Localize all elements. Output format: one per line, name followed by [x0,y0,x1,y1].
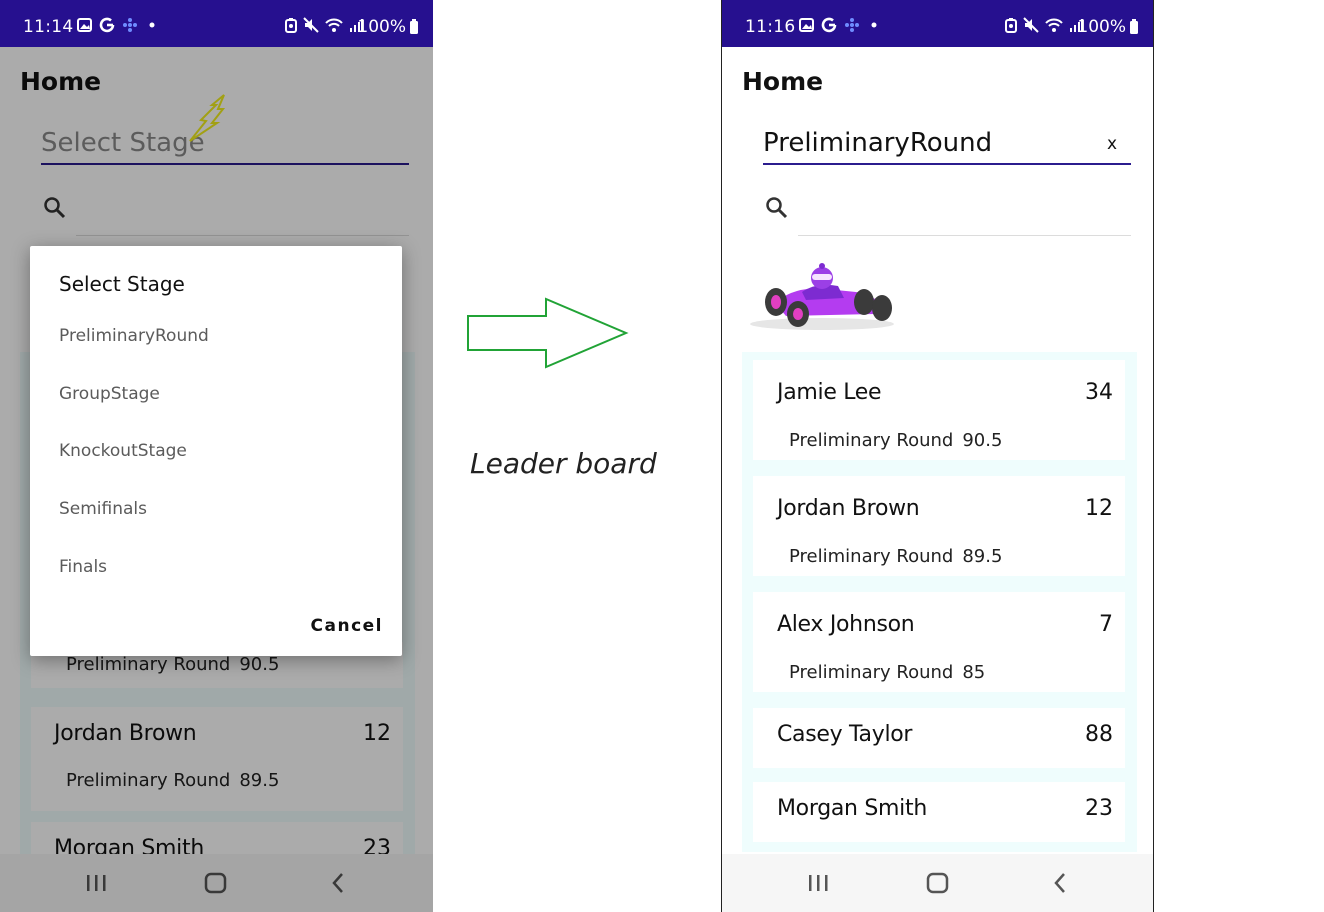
player-score: 34 [1085,380,1113,405]
navigation-bar [722,854,1153,912]
app-grid-icon [122,17,138,33]
recent-apps-icon[interactable] [803,870,833,896]
leaderboard-card[interactable]: Alex Johnson 7 Preliminary Round 85 [753,592,1125,692]
gallery-icon [799,18,814,32]
status-time: 11:16 [745,17,796,37]
status-bar: 11:14 100% [0,0,433,47]
player-score: 88 [1085,722,1113,747]
card-round: Preliminary Round [789,430,954,451]
clear-selection-button[interactable]: x [1107,134,1117,154]
player-name: Jordan Brown [777,496,920,521]
wifi-icon [1045,17,1063,33]
leaderboard-card[interactable]: Jordan Brown 12 Preliminary Round 89.5 [753,476,1125,576]
search-bar[interactable] [763,188,1131,238]
card-points: 89.5 [962,546,1003,567]
card-round: Preliminary Round [789,546,954,567]
leaderboard-list[interactable]: Jamie Lee 34 Preliminary Round 90.5 Jord… [742,352,1137,852]
dialog-title: Select Stage [59,272,185,296]
notification-dot-icon [867,18,881,32]
stage-picker-value: PreliminaryRound [763,128,993,158]
notification-dot-icon [145,18,159,32]
battery-saver-icon [1005,17,1017,33]
player-name: Jamie Lee [777,380,882,405]
comparison-canvas: 11:14 100% Home Select Stage Preliminary… [0,0,1324,912]
google-icon [99,17,115,33]
status-time: 11:14 [23,17,74,37]
gallery-icon [77,18,92,32]
back-button-icon[interactable] [1045,870,1075,896]
page-title: Home [742,67,824,96]
race-car-icon [750,263,894,330]
option-semifinals[interactable]: Semifinals [59,499,147,519]
player-name: Morgan Smith [777,796,927,821]
battery-percentage: 100% [1077,17,1126,37]
leaderboard-card[interactable]: Morgan Smith 23 [753,782,1125,842]
battery-saver-icon [285,17,297,33]
player-score: 7 [1099,612,1113,637]
select-stage-dialog: Select Stage PreliminaryRound GroupStage… [30,246,402,656]
cancel-button[interactable]: Cancel [311,616,383,636]
google-icon [821,17,837,33]
phone-screen-after: 11:16 100% Home PreliminaryRound x Jamie… [721,0,1154,912]
card-points: 90.5 [962,430,1003,451]
battery-icon [409,19,419,35]
leaderboard-card[interactable]: Jamie Lee 34 Preliminary Round 90.5 [753,360,1125,460]
battery-percentage: 100% [357,17,406,37]
phone-screen-before: 11:14 100% Home Select Stage Preliminary… [0,0,433,912]
mute-icon [303,17,319,33]
battery-icon [1129,19,1139,35]
player-name: Alex Johnson [777,612,915,637]
stage-picker[interactable]: PreliminaryRound x [763,120,1131,165]
leaderboard-card[interactable]: Casey Taylor 88 [753,708,1125,768]
leader-board-caption: Leader board [470,447,657,480]
status-bar: 11:16 100% [722,0,1153,47]
option-finals[interactable]: Finals [59,557,107,577]
option-knockout-stage[interactable]: KnockoutStage [59,441,187,461]
search-icon [765,196,789,225]
card-round: Preliminary Round [789,662,954,683]
option-preliminary-round[interactable]: PreliminaryRound [59,326,209,346]
player-score: 23 [1085,796,1113,821]
transition-arrow-icon [466,297,630,374]
home-button-icon[interactable] [923,870,953,896]
option-group-stage[interactable]: GroupStage [59,384,160,404]
mute-icon [1023,17,1039,33]
player-name: Casey Taylor [777,722,913,747]
card-points: 85 [962,662,986,683]
app-grid-icon [844,17,860,33]
wifi-icon [325,17,343,33]
player-score: 12 [1085,496,1113,521]
